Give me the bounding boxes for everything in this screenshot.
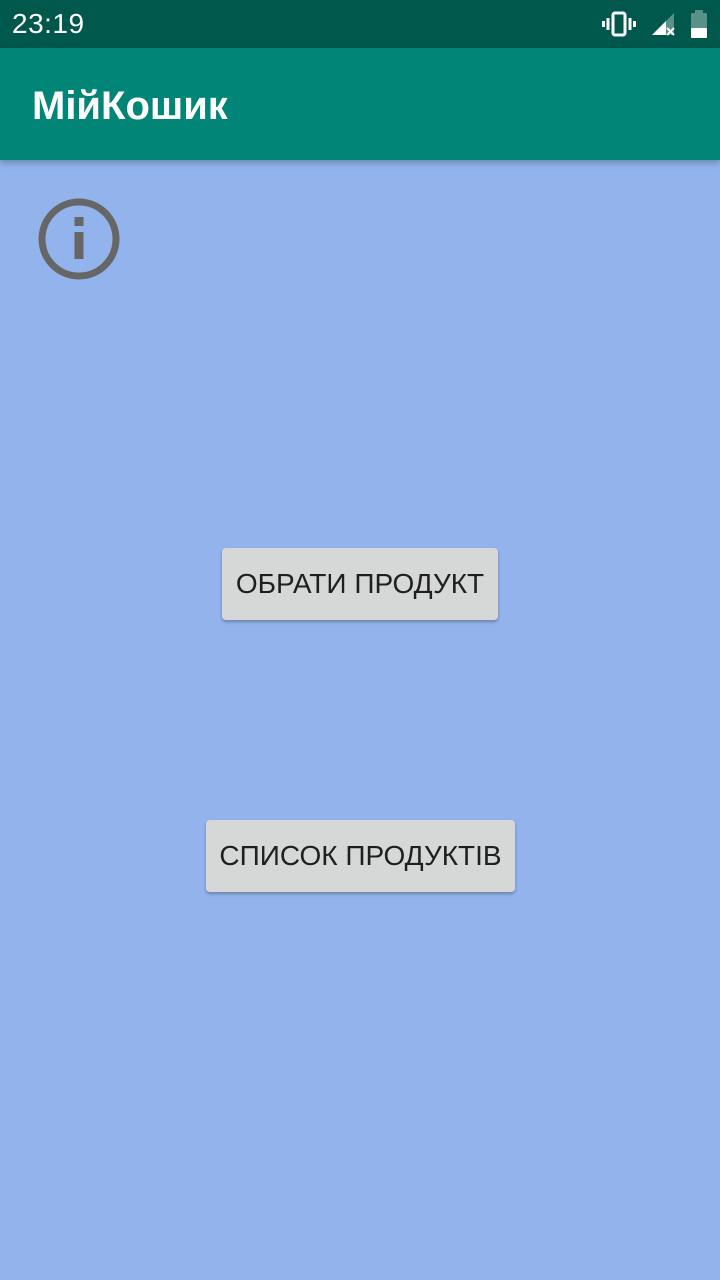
choose-product-button[interactable]: ОБРАТИ ПРОДУКТ xyxy=(222,548,498,620)
status-bar: 23:19 xyxy=(0,0,720,48)
status-time: 23:19 xyxy=(12,8,85,39)
battery-icon xyxy=(690,10,708,38)
status-icons xyxy=(602,10,708,38)
vibrate-icon xyxy=(602,11,636,37)
signal-icon xyxy=(650,11,676,37)
info-icon[interactable] xyxy=(36,196,122,282)
product-list-button[interactable]: СПИСОК ПРОДУКТІВ xyxy=(206,820,515,892)
app-title: МійКошик xyxy=(32,84,228,128)
app-bar: МійКошик xyxy=(0,48,720,160)
screen: 23:19 МійКошик ОБРАТИ ПРОДУКТ СПИСОК ПРО… xyxy=(0,0,720,1280)
